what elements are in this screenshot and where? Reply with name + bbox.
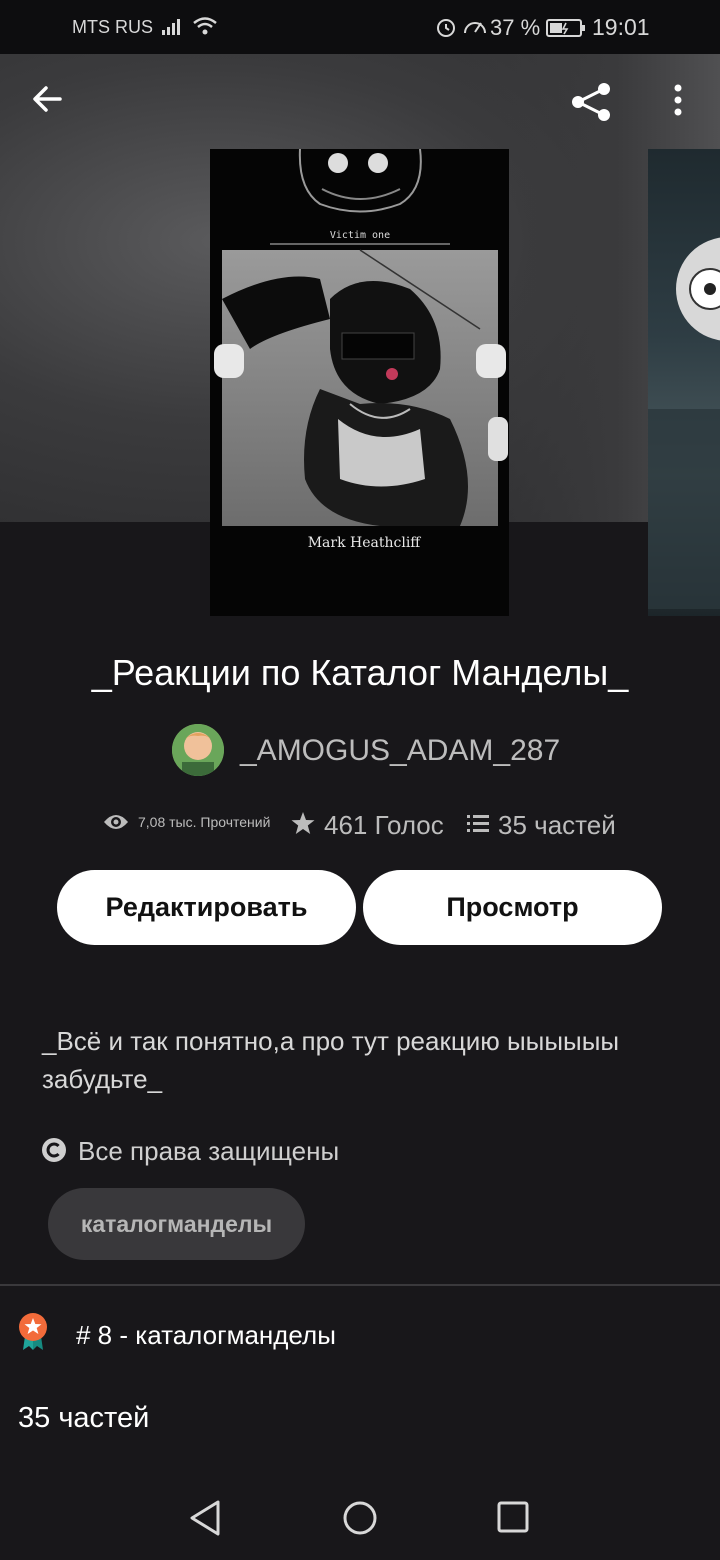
cover-artwork: Victim one Mark Heathcliff <box>210 148 509 616</box>
preview-button[interactable]: Просмотр <box>363 870 662 945</box>
avatar[interactable] <box>172 724 224 776</box>
share-icon <box>572 83 610 121</box>
arrow-left-icon <box>33 86 62 112</box>
cover-caption-top: Victim one <box>330 230 390 241</box>
nav-home-button[interactable] <box>340 1498 380 1543</box>
nav-back-button[interactable] <box>186 1498 226 1543</box>
star-icon <box>290 810 316 841</box>
rank-row[interactable]: # 8 - каталогманделы <box>0 1310 720 1360</box>
story-description: _Всё и так понятно,а про тут реакцию ыыы… <box>42 1026 620 1094</box>
square-recents-icon <box>497 1501 529 1533</box>
parts-heading: 35 частей <box>18 1402 150 1434</box>
tag-chip[interactable]: каталогманделы <box>48 1188 305 1260</box>
nav-recents-button[interactable] <box>494 1498 534 1543</box>
author-name[interactable]: _AMOGUS_ADAM_287 <box>240 734 560 768</box>
eye-icon <box>102 810 130 839</box>
data-saver-icon <box>462 15 488 45</box>
battery-icon <box>546 18 586 44</box>
rank-badge-icon <box>16 1312 50 1357</box>
system-nav-bar <box>0 1470 720 1560</box>
votes-count: 461 Голос <box>324 810 444 840</box>
cover-caption-bottom: Mark Heathcliff <box>308 535 422 551</box>
story-stats: 7,08 тыс. Прочтений 461 Голос 35 частей <box>0 806 720 846</box>
divider <box>0 1284 720 1286</box>
copyright-label: Все права защищены <box>78 1136 340 1166</box>
more-vertical-icon <box>674 84 682 116</box>
author-row[interactable]: _AMOGUS_ADAM_287 <box>0 724 720 778</box>
next-story-cover[interactable] <box>648 149 720 616</box>
signal-icon <box>160 16 186 42</box>
alarm-icon <box>434 15 458 45</box>
battery-percent: 37 % <box>490 15 541 40</box>
avatar-image <box>172 724 224 776</box>
copyright-icon <box>42 1138 66 1162</box>
clock: 19:01 <box>592 14 650 40</box>
carrier-label: MTS RUS <box>72 17 153 37</box>
status-bar: MTS RUS 37 % 19:01 <box>0 0 720 54</box>
share-button[interactable] <box>568 80 614 129</box>
story-cover[interactable]: Victim one Mark Heathcliff <box>210 148 509 616</box>
next-cover-artwork <box>648 237 720 609</box>
more-options-button[interactable] <box>668 82 688 123</box>
story-title: _Реакции по Каталог Манделы_ <box>91 652 629 693</box>
back-button[interactable] <box>30 82 64 121</box>
wifi-icon <box>192 14 218 44</box>
reads-count: 7,08 тыс. Прочтений <box>138 814 271 830</box>
list-icon <box>466 812 490 839</box>
circle-home-icon <box>343 1501 377 1535</box>
parts-count: 35 частей <box>498 810 616 840</box>
rank-label[interactable]: # 8 - каталогманделы <box>76 1320 336 1351</box>
triangle-back-icon <box>190 1500 220 1536</box>
edit-button[interactable]: Редактировать <box>57 870 356 945</box>
